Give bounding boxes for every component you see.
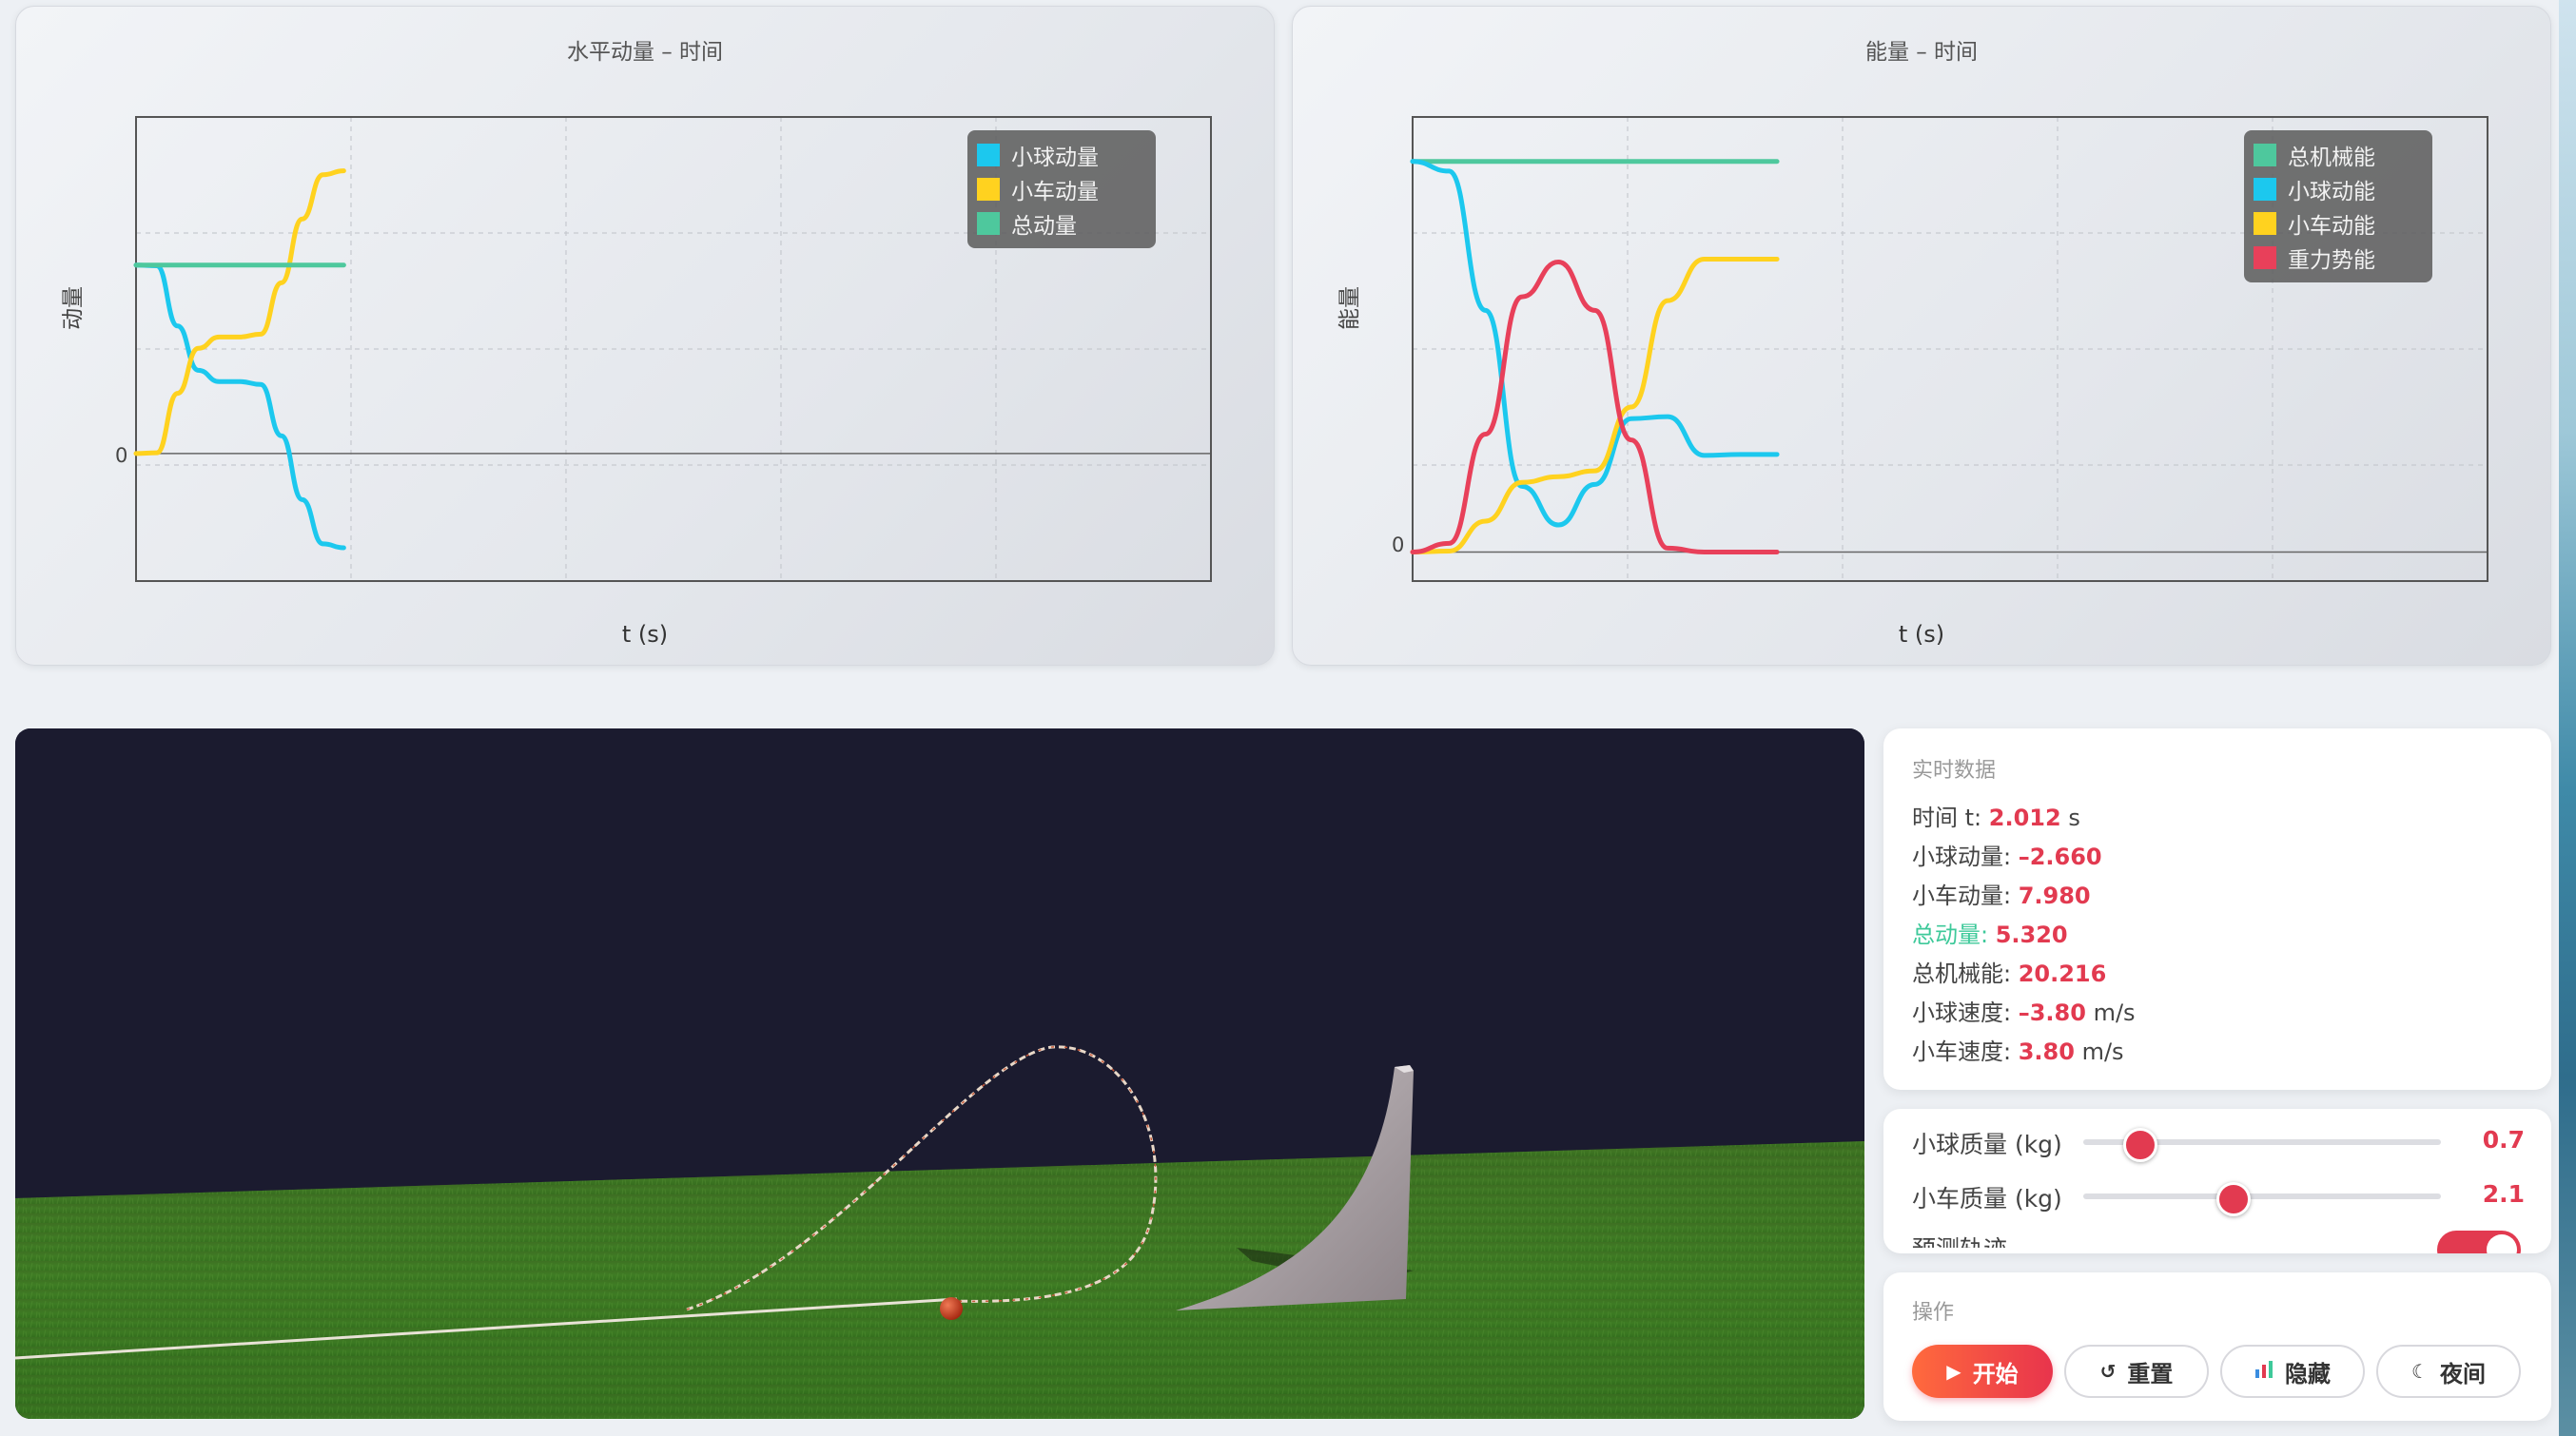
data-row-cart-momentum: 小车动量: 7.980 bbox=[1912, 877, 2091, 910]
legend-swatch bbox=[977, 144, 1000, 166]
realtime-heading: 实时数据 bbox=[1912, 759, 1997, 783]
reset-icon: ↺ bbox=[2099, 1360, 2117, 1383]
data-value: 7.980 bbox=[2018, 883, 2091, 909]
desktop-background-edge bbox=[2559, 0, 2576, 1436]
data-unit: m/s bbox=[2085, 999, 2136, 1026]
ball-mass-value: 0.7 bbox=[2482, 1126, 2525, 1154]
realtime-data-panel: 实时数据 时间 t: 2.012 s 小球动量: –2.660 小车动量: 7.… bbox=[1883, 728, 2551, 1090]
ball-mass-label: 小球质量 (kg) bbox=[1912, 1131, 2062, 1158]
energy-chart-card: 能量 – 时间 能量 t (s) 0 总机械能 小球动能 小车动能 重力势能 bbox=[1292, 6, 2551, 666]
data-label: 小车速度: bbox=[1912, 1038, 2019, 1065]
data-label: 总机械能: bbox=[1912, 961, 2019, 987]
toggle-knob bbox=[2487, 1234, 2517, 1253]
data-value: 3.80 bbox=[2018, 1038, 2075, 1065]
legend-item-total-momentum: 总动量 bbox=[977, 206, 1146, 241]
legend-label: 小球动量 bbox=[1011, 146, 1099, 170]
ball-mass-slider-row: 小球质量 (kg) 0.7 bbox=[1912, 1122, 2525, 1162]
data-label: 时间 t: bbox=[1912, 805, 1989, 831]
data-row-ball-momentum: 小球动量: –2.660 bbox=[1912, 838, 2102, 871]
legend-label: 总动量 bbox=[1011, 214, 1077, 239]
actions-panel: 操作 ▶ 开始 ↺ 重置 隐藏 ☾ 夜间 bbox=[1883, 1272, 2551, 1421]
ball-mass-slider-thumb[interactable] bbox=[2123, 1128, 2158, 1162]
legend-item-ball-ke: 小球动能 bbox=[2254, 172, 2423, 206]
night-label: 夜间 bbox=[2439, 1360, 2486, 1387]
legend-swatch bbox=[977, 178, 1000, 201]
night-button[interactable]: ☾ 夜间 bbox=[2376, 1345, 2521, 1398]
hide-label: 隐藏 bbox=[2285, 1360, 2331, 1387]
data-row-cart-velocity: 小车速度: 3.80 m/s bbox=[1912, 1033, 2124, 1066]
trajectory-toggle-label: 预测轨迹 bbox=[1912, 1231, 2007, 1248]
data-unit: s bbox=[2060, 805, 2080, 831]
series-line bbox=[1410, 260, 1780, 555]
legend-label: 小车动能 bbox=[2288, 214, 2375, 239]
data-value: 5.320 bbox=[1995, 922, 2068, 948]
series-line bbox=[133, 262, 346, 551]
legend-swatch bbox=[2254, 246, 2276, 269]
parameters-panel[interactable]: 小球质量 (kg) 0.7 小车质量 (kg) 2.1 预测轨迹 bbox=[1883, 1109, 2551, 1253]
data-row-time: 时间 t: 2.012 s bbox=[1912, 799, 2080, 832]
actions-heading: 操作 bbox=[1912, 1301, 1955, 1325]
legend-item-potential-energy: 重力势能 bbox=[2254, 241, 2423, 275]
start-label: 开始 bbox=[1972, 1360, 2019, 1387]
legend-label: 小车动量 bbox=[1011, 180, 1099, 204]
legend-swatch bbox=[2254, 178, 2276, 201]
cart-mass-value: 2.1 bbox=[2482, 1180, 2525, 1208]
reset-button[interactable]: ↺ 重置 bbox=[2064, 1345, 2209, 1398]
data-row-total-energy: 总机械能: 20.216 bbox=[1912, 955, 2106, 988]
legend-item-cart-ke: 小车动能 bbox=[2254, 206, 2423, 241]
trajectory-toggle[interactable] bbox=[2437, 1231, 2521, 1253]
bar-chart-icon bbox=[2254, 1360, 2274, 1384]
data-row-ball-velocity: 小球速度: –3.80 m/s bbox=[1912, 994, 2136, 1027]
data-value: 20.216 bbox=[2018, 961, 2107, 987]
ball[interactable] bbox=[940, 1297, 963, 1320]
simulation-viewport[interactable] bbox=[15, 728, 1864, 1419]
data-value: 2.012 bbox=[1988, 805, 2061, 831]
data-value: –2.660 bbox=[2018, 844, 2102, 870]
cart-mass-slider-row: 小车质量 (kg) 2.1 bbox=[1912, 1176, 2525, 1216]
cart-mass-slider[interactable] bbox=[2083, 1182, 2441, 1216]
data-label: 小球速度: bbox=[1912, 999, 2019, 1026]
play-icon: ▶ bbox=[1946, 1360, 1961, 1383]
data-row-total-momentum: 总动量: 5.320 bbox=[1912, 916, 2068, 949]
hide-button[interactable]: 隐藏 bbox=[2220, 1345, 2365, 1398]
data-label: 总动量: bbox=[1912, 922, 1996, 948]
data-label: 小车动量: bbox=[1912, 883, 2019, 909]
momentum-chart-card: 水平动量 – 时间 动量 t (s) 0 小球动量 小车动量 总动量 bbox=[15, 6, 1275, 666]
legend-swatch bbox=[977, 212, 1000, 235]
start-button[interactable]: ▶ 开始 bbox=[1912, 1345, 2053, 1398]
data-label: 小球动量: bbox=[1912, 844, 2019, 870]
legend-label: 小球动能 bbox=[2288, 180, 2375, 204]
legend-item-cart-momentum: 小车动量 bbox=[977, 172, 1146, 206]
momentum-legend: 小球动量 小车动量 总动量 bbox=[967, 130, 1156, 248]
legend-item-ball-momentum: 小球动量 bbox=[977, 138, 1146, 172]
cart-mass-label: 小车质量 (kg) bbox=[1912, 1185, 2062, 1213]
series-line bbox=[1410, 256, 1780, 554]
momentum-plot bbox=[133, 116, 1212, 582]
legend-item-total-energy: 总机械能 bbox=[2254, 138, 2423, 172]
series-line bbox=[133, 168, 346, 456]
legend-label: 重力势能 bbox=[2288, 248, 2375, 273]
legend-swatch bbox=[2254, 144, 2276, 166]
moon-icon: ☾ bbox=[2411, 1360, 2429, 1383]
legend-label: 总机械能 bbox=[2288, 146, 2375, 170]
legend-swatch bbox=[2254, 212, 2276, 235]
energy-plot bbox=[1410, 116, 2488, 582]
simulation-scene bbox=[15, 728, 1864, 1419]
data-value: –3.80 bbox=[2018, 999, 2086, 1026]
reset-label: 重置 bbox=[2127, 1360, 2174, 1387]
ball-mass-slider[interactable] bbox=[2083, 1128, 2441, 1162]
cart-mass-slider-thumb[interactable] bbox=[2215, 1182, 2251, 1216]
energy-legend: 总机械能 小球动能 小车动能 重力势能 bbox=[2244, 130, 2432, 282]
data-unit: m/s bbox=[2074, 1038, 2124, 1065]
